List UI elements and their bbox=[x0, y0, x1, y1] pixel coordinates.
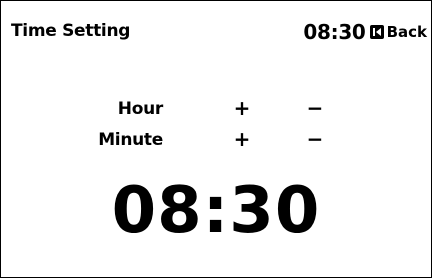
time-setting-screen: Time Setting 08:30 Back Hour + − Minute … bbox=[0, 0, 432, 278]
back-label: Back bbox=[386, 23, 427, 41]
minute-increment-button[interactable]: + bbox=[228, 128, 256, 152]
minute-row: Minute + − bbox=[1, 128, 431, 152]
minute-label: Minute bbox=[98, 130, 163, 150]
time-display: 08:30 bbox=[111, 174, 321, 248]
hour-label: Hour bbox=[117, 99, 164, 119]
hour-row: Hour + − bbox=[1, 97, 431, 121]
back-icon bbox=[369, 25, 384, 39]
header-status: 08:30 Back bbox=[303, 20, 427, 44]
back-button[interactable]: Back bbox=[369, 23, 427, 41]
hour-increment-button[interactable]: + bbox=[228, 97, 256, 121]
minute-decrement-button[interactable]: − bbox=[301, 128, 329, 152]
hour-decrement-button[interactable]: − bbox=[301, 97, 329, 121]
page-title: Time Setting bbox=[11, 21, 131, 41]
header-time: 08:30 bbox=[303, 20, 366, 44]
